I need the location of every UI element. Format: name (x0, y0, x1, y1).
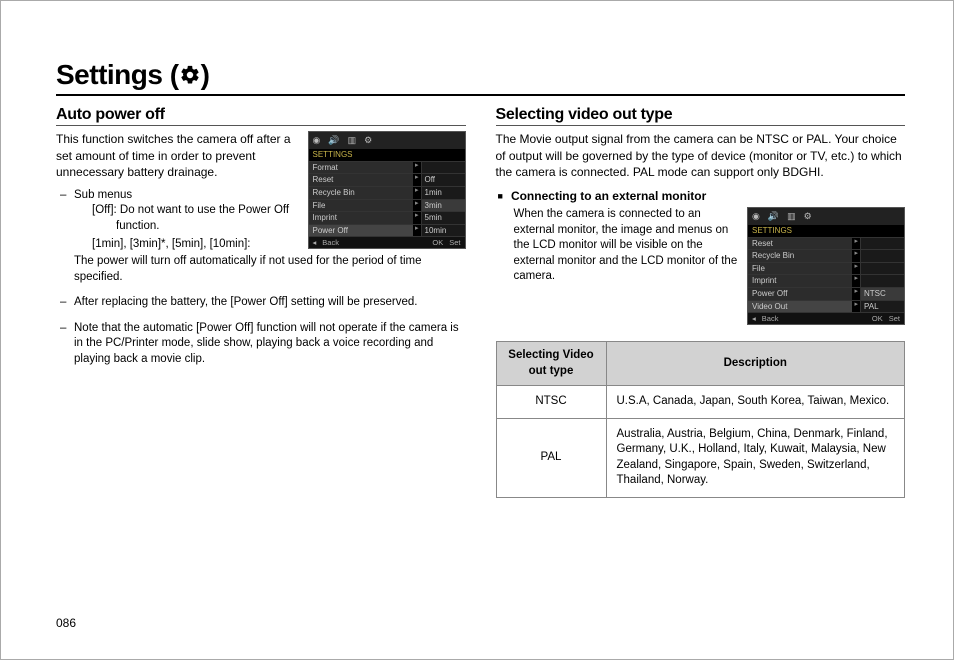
times-option: [1min], [3min]*, [5min], [10min]: (92, 237, 466, 253)
chevron-right-icon: ▸ (852, 250, 860, 262)
table-header-row: Selecting Video out type Description (496, 342, 905, 386)
ss-row: Power Off▸NTSC (748, 287, 904, 300)
ss-row: Reset▸ (748, 237, 904, 250)
speaker-icon: 🔊 (768, 211, 779, 222)
chevron-right-icon: ▸ (852, 263, 860, 275)
right-column: Selecting video out type The Movie outpu… (496, 104, 906, 498)
columns: Auto power off ◉ 🔊 ▥ ⚙ SETTINGS Format▸ … (56, 104, 905, 498)
chevron-right-icon: ▸ (852, 301, 860, 313)
chevron-right-icon: ▸ (852, 288, 860, 300)
left-intro-wrap: ◉ 🔊 ▥ ⚙ SETTINGS Format▸ Reset▸Off Recyc… (56, 131, 466, 377)
pal-desc: Australia, Austria, Belgium, China, Denm… (606, 418, 905, 497)
ss-footer: ◂ Back OK Set (748, 312, 904, 324)
ss-row: Imprint▸ (748, 274, 904, 287)
display-icon: ▥ (348, 135, 357, 146)
camera-icon: ◉ (752, 211, 760, 222)
right-sub-wrap: ◉ 🔊 ▥ ⚙ SETTINGS Reset▸ Recycle Bin▸ Fil… (496, 207, 906, 329)
title-suffix: ) (201, 59, 210, 90)
ss-row: File▸ (748, 262, 904, 275)
right-heading: Selecting video out type (496, 104, 906, 127)
ss-tab-bar: ◉ 🔊 ▥ ⚙ (748, 208, 904, 225)
ss-tab-bar: ◉ 🔊 ▥ ⚙ (309, 132, 465, 149)
videoout-table: Selecting Video out type Description NTS… (496, 341, 906, 498)
ss-row: Reset▸Off (309, 173, 465, 186)
ss-row: Format▸ (309, 161, 465, 174)
right-intro: The Movie output signal from the camera … (496, 131, 906, 180)
camera-icon: ◉ (313, 135, 321, 146)
display-icon: ▥ (787, 211, 796, 222)
gear-tab-icon: ⚙ (804, 211, 812, 222)
ss-header: SETTINGS (309, 149, 465, 161)
page-title: Settings () (56, 56, 905, 96)
times-desc: The power will turn off automatically if… (74, 254, 466, 285)
sub-detail: [Off]: Do not want to use the Power Off … (74, 203, 466, 285)
sub-menu-list: Sub menus [Off]: Do not want to use the … (56, 188, 466, 367)
pal-cell: PAL (496, 418, 606, 497)
left-column: Auto power off ◉ 🔊 ▥ ⚙ SETTINGS Format▸ … (56, 104, 466, 498)
ntsc-cell: NTSC (496, 386, 606, 419)
chevron-right-icon: ▸ (852, 238, 860, 250)
chevron-right-icon: ▸ (852, 275, 860, 287)
ss-header: SETTINGS (748, 225, 904, 237)
exception-note: Note that the automatic [Power Off] func… (74, 321, 466, 368)
gear-tab-icon: ⚙ (364, 135, 372, 146)
th-desc: Description (606, 342, 905, 386)
page-number: 086 (56, 615, 76, 631)
left-heading: Auto power off (56, 104, 466, 127)
ss-row: Video Out▸PAL (748, 300, 904, 313)
ntsc-desc: U.S.A, Canada, Japan, South Korea, Taiwa… (606, 386, 905, 419)
title-text: Settings ( (56, 59, 179, 90)
ss-row: Recycle Bin▸ (748, 249, 904, 262)
chevron-right-icon: ▸ (413, 162, 421, 174)
th-type: Selecting Video out type (496, 342, 606, 386)
gear-icon (179, 64, 201, 86)
back-arrow-icon: ◂ (752, 314, 756, 323)
set-label: Set (889, 314, 900, 323)
table-row: PAL Australia, Austria, Belgium, China, … (496, 418, 905, 497)
chevron-right-icon: ▸ (413, 174, 421, 186)
sub-menus-label: Sub menus (74, 189, 132, 201)
back-label: Back (762, 314, 779, 323)
connecting-subhead: Connecting to an external monitor (498, 188, 906, 204)
battery-note: After replacing the battery, the [Power … (74, 295, 466, 311)
off-option: [Off]: Do not want to use the Power Off … (92, 203, 466, 234)
camera-screenshot-videoout: ◉ 🔊 ▥ ⚙ SETTINGS Reset▸ Recycle Bin▸ Fil… (747, 207, 905, 325)
speaker-icon: 🔊 (328, 135, 339, 146)
sub-menus-item: Sub menus [Off]: Do not want to use the … (74, 188, 466, 285)
ok-label: OK (872, 314, 883, 323)
page: Settings () Auto power off ◉ 🔊 ▥ ⚙ SETTI… (0, 0, 954, 660)
table-row: NTSC U.S.A, Canada, Japan, South Korea, … (496, 386, 905, 419)
